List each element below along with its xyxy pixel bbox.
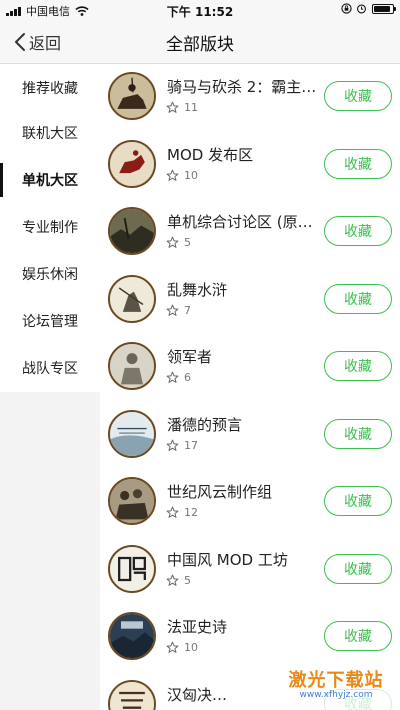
page-title: 全部版块: [166, 35, 234, 55]
forum-name: 骑马与砍杀 2：霸主…: [167, 78, 317, 96]
star-count-value: 6: [184, 371, 191, 384]
star-count: 6: [166, 371, 191, 384]
sidebar-item-forum-admin[interactable]: 论坛管理: [0, 298, 100, 344]
sidebar-item-label: 联机大区: [22, 126, 78, 142]
forum-row[interactable]: 潘德的预言 17 收藏: [100, 403, 400, 471]
star-count: 17: [166, 439, 198, 452]
watermark-text: 激光下载站: [288, 670, 384, 691]
forum-row[interactable]: 领军者 6 收藏: [100, 335, 400, 403]
favorite-button[interactable]: 收藏: [324, 148, 392, 179]
favorite-button[interactable]: 收藏: [324, 351, 392, 381]
star-count: 10: [166, 169, 198, 182]
han-xiongnu-icon: [108, 679, 156, 710]
star-count-value: 5: [184, 573, 191, 587]
commander-icon: [108, 342, 156, 390]
star-icon: [166, 574, 179, 586]
forum-name: 中国风 MOD 工坊: [167, 550, 288, 569]
star-count-value: 10: [184, 641, 198, 654]
favorite-button[interactable]: 收藏: [324, 621, 392, 651]
watermark-url: www.xfhyjz.com: [299, 690, 373, 700]
prophesy-of-pendor-icon: [108, 409, 156, 458]
sidebar-item-label: 战队专区: [22, 361, 78, 377]
forum-row[interactable]: 中国风 MOD 工坊 5 收藏: [100, 538, 400, 606]
star-icon: [166, 236, 179, 248]
star-count-value: 11: [184, 101, 198, 114]
sidebar-item-label: 单机大区: [22, 173, 78, 189]
seal-script-icon: [108, 544, 156, 593]
battle-scene-icon: [108, 207, 156, 255]
sidebar-item-recommended[interactable]: 推荐收藏: [0, 65, 100, 111]
category-sidebar: 推荐收藏 联机大区 单机大区 专业制作 娱乐休闲 论坛管理 战队专区: [0, 65, 100, 710]
star-count-value: 17: [184, 438, 198, 452]
soldiers-group-icon: [108, 477, 156, 525]
sidebar-item-label: 论坛管理: [22, 314, 78, 330]
star-count: 7: [166, 304, 191, 317]
favorite-button[interactable]: 收藏: [324, 216, 392, 246]
forum-name: 单机综合讨论区 (原…: [167, 213, 313, 231]
battery-level: [374, 5, 391, 12]
orientation-lock-icon: [341, 3, 352, 14]
forum-name: 乱舞水浒: [167, 280, 228, 299]
forum-row[interactable]: 世纪风云制作组 12 收藏: [100, 470, 400, 538]
sidebar-item-entertainment[interactable]: 娱乐休闲: [0, 251, 100, 297]
star-count-value: 7: [184, 303, 191, 317]
forum-name: 领军者: [167, 348, 213, 366]
forum-row[interactable]: 乱舞水浒 7 收藏: [100, 268, 400, 336]
forum-list: 骑马与砍杀 2：霸主… 11 收藏 MOD 发布区 10 收藏 单机综合讨论区 …: [100, 65, 400, 710]
forum-row[interactable]: MOD 发布区 10 收藏: [100, 133, 400, 201]
status-right: [341, 3, 396, 14]
sidebar-item-label: 专业制作: [22, 220, 78, 236]
alarm-icon: [357, 4, 366, 14]
forum-row[interactable]: 骑马与砍杀 2：霸主… 11 收藏: [100, 65, 400, 133]
star-icon: [166, 439, 179, 451]
forum-name: 世纪风云制作组: [167, 483, 273, 501]
forum-name: 潘德的预言: [167, 415, 243, 434]
star-count: 11: [166, 101, 198, 114]
battery-icon: [372, 3, 396, 14]
status-bar: 中国电信 下午 11:52: [0, 0, 400, 20]
forum-row[interactable]: 法亚史诗 10 收藏: [100, 605, 400, 673]
favorite-button[interactable]: 收藏: [324, 553, 392, 584]
knight-on-horse-icon: [108, 72, 156, 120]
forum-name: 法亚史诗: [167, 618, 228, 636]
favorite-button[interactable]: 收藏: [324, 283, 392, 314]
sidebar-item-clans[interactable]: 战队专区: [0, 345, 100, 391]
sidebar-item-professional[interactable]: 专业制作: [0, 204, 100, 250]
star-count: 12: [166, 506, 198, 519]
sidebar-item-multiplayer[interactable]: 联机大区: [0, 110, 100, 156]
star-icon: [166, 304, 179, 316]
star-count-value: 12: [184, 506, 198, 519]
favorite-button[interactable]: 收藏: [324, 486, 392, 516]
status-time: 下午 11:52: [166, 5, 234, 19]
forum-name: MOD 发布区: [167, 145, 254, 164]
star-icon: [166, 371, 179, 383]
sidebar-item-label: 推荐收藏: [22, 81, 78, 97]
star-count: 5: [166, 236, 191, 249]
star-icon: [166, 506, 179, 518]
star-count: 10: [166, 641, 198, 654]
epic-scene-icon: [108, 612, 156, 660]
favorite-button[interactable]: 收藏: [324, 418, 392, 449]
rider-emblem-icon: [108, 139, 156, 188]
star-icon: [166, 169, 179, 181]
star-icon: [166, 101, 179, 113]
favorite-button[interactable]: 收藏: [324, 81, 392, 111]
star-count-value: 10: [184, 168, 198, 182]
star-count: 5: [166, 574, 191, 587]
ink-warrior-icon: [108, 274, 156, 323]
forum-row[interactable]: 单机综合讨论区 (原… 5 收藏: [100, 200, 400, 268]
sidebar-item-singleplayer[interactable]: 单机大区: [0, 157, 100, 203]
nav-bar: 返回 全部版块: [0, 20, 400, 64]
sidebar-item-label: 娱乐休闲: [22, 267, 78, 283]
star-icon: [166, 641, 179, 653]
star-count-value: 5: [184, 236, 191, 249]
